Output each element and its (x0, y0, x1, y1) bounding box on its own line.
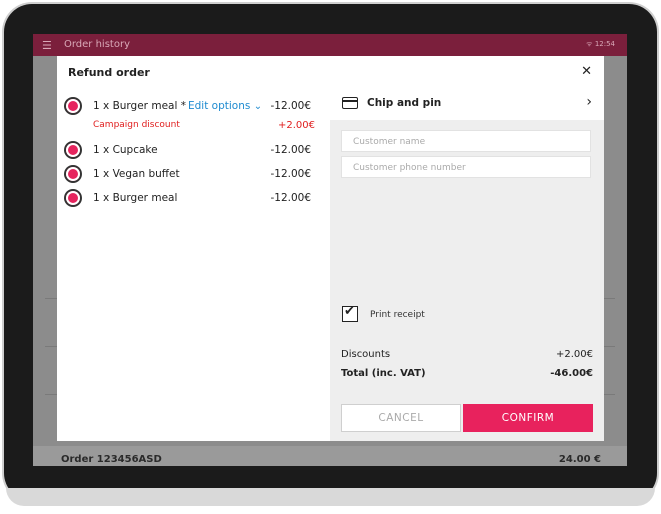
list-item: 1 x Burger meal * Edit options ⌄ -12.00€ (66, 98, 322, 116)
total-summary: Total (inc. VAT) -46.00€ (341, 368, 593, 382)
payment-method-label: Chip and pin (367, 97, 442, 109)
background-order-row: Order 123456ASD 24.00 € (33, 446, 627, 466)
item-radio[interactable] (66, 143, 80, 157)
discount-label: Campaign discount (93, 120, 180, 130)
print-receipt-checkbox[interactable]: ✔ (342, 304, 358, 322)
total-label: Total (inc. VAT) (341, 368, 426, 379)
item-label: 1 x Burger meal * (93, 100, 186, 112)
confirm-button[interactable]: CONFIRM (463, 404, 593, 432)
item-price: -12.00€ (270, 168, 311, 180)
refund-items-pane: 1 x Burger meal * Edit options ⌄ -12.00€… (57, 88, 330, 441)
customer-phone-field[interactable]: Customer phone number (341, 156, 591, 178)
customer-phone-placeholder: Customer phone number (353, 163, 466, 173)
payment-pane: Chip and pin › Customer name Customer ph… (330, 88, 604, 441)
discount-row: Campaign discount +2.00€ (93, 120, 324, 134)
payment-method-selector[interactable]: Chip and pin › (330, 88, 604, 120)
list-item: 1 x Vegan buffet -12.00€ (66, 166, 322, 184)
edit-options-label: Edit options (188, 100, 251, 112)
discount-price: +2.00€ (277, 120, 315, 131)
print-receipt-label: Print receipt (370, 310, 425, 320)
list-item: 1 x Cupcake -12.00€ (66, 142, 322, 160)
tablet-bottom-edge (6, 488, 655, 506)
screen: ☰ Order history ᯤ 12:54 Order 123456ASD … (33, 34, 627, 466)
background-order-total: 24.00 € (558, 454, 601, 465)
customer-name-placeholder: Customer name (353, 137, 426, 147)
item-price: -12.00€ (270, 100, 311, 112)
chevron-right-icon: › (586, 94, 592, 110)
total-value: -46.00€ (550, 368, 593, 379)
item-label: 1 x Burger meal (93, 192, 178, 204)
discounts-label: Discounts (341, 349, 391, 360)
status-bar: ☰ Order history ᯤ 12:54 (33, 34, 627, 56)
modal-header: Refund order ✕ (57, 56, 604, 88)
customer-name-field[interactable]: Customer name (341, 130, 591, 152)
item-radio[interactable] (66, 191, 80, 205)
item-radio[interactable] (66, 167, 80, 181)
cancel-button[interactable]: CANCEL (341, 404, 461, 432)
discounts-summary: Discounts +2.00€ (341, 349, 593, 363)
screen-title: Order history (64, 39, 130, 50)
item-label: 1 x Cupcake (93, 144, 158, 156)
discounts-value: +2.00€ (555, 349, 593, 360)
modal-title: Refund order (68, 66, 150, 79)
clock: 12:54 (594, 40, 615, 48)
close-icon[interactable]: ✕ (581, 64, 592, 79)
edit-options-link[interactable]: Edit options ⌄ (188, 100, 262, 112)
background-order-label: Order 123456ASD (61, 454, 162, 465)
item-radio[interactable] (66, 99, 80, 113)
item-price: -12.00€ (270, 144, 311, 156)
status-right: ᯤ 12:54 (586, 40, 615, 49)
wifi-icon: ᯤ (586, 40, 593, 48)
menu-icon[interactable]: ☰ (42, 39, 52, 52)
refund-modal: Refund order ✕ 1 x Burger meal * Edit op… (57, 56, 604, 441)
list-item: 1 x Burger meal -12.00€ (66, 190, 322, 208)
credit-card-icon (342, 97, 358, 109)
item-label: 1 x Vegan buffet (93, 168, 180, 180)
chevron-down-icon: ⌄ (253, 101, 263, 112)
checkmark-icon: ✔ (344, 304, 355, 319)
item-price: -12.00€ (270, 192, 311, 204)
